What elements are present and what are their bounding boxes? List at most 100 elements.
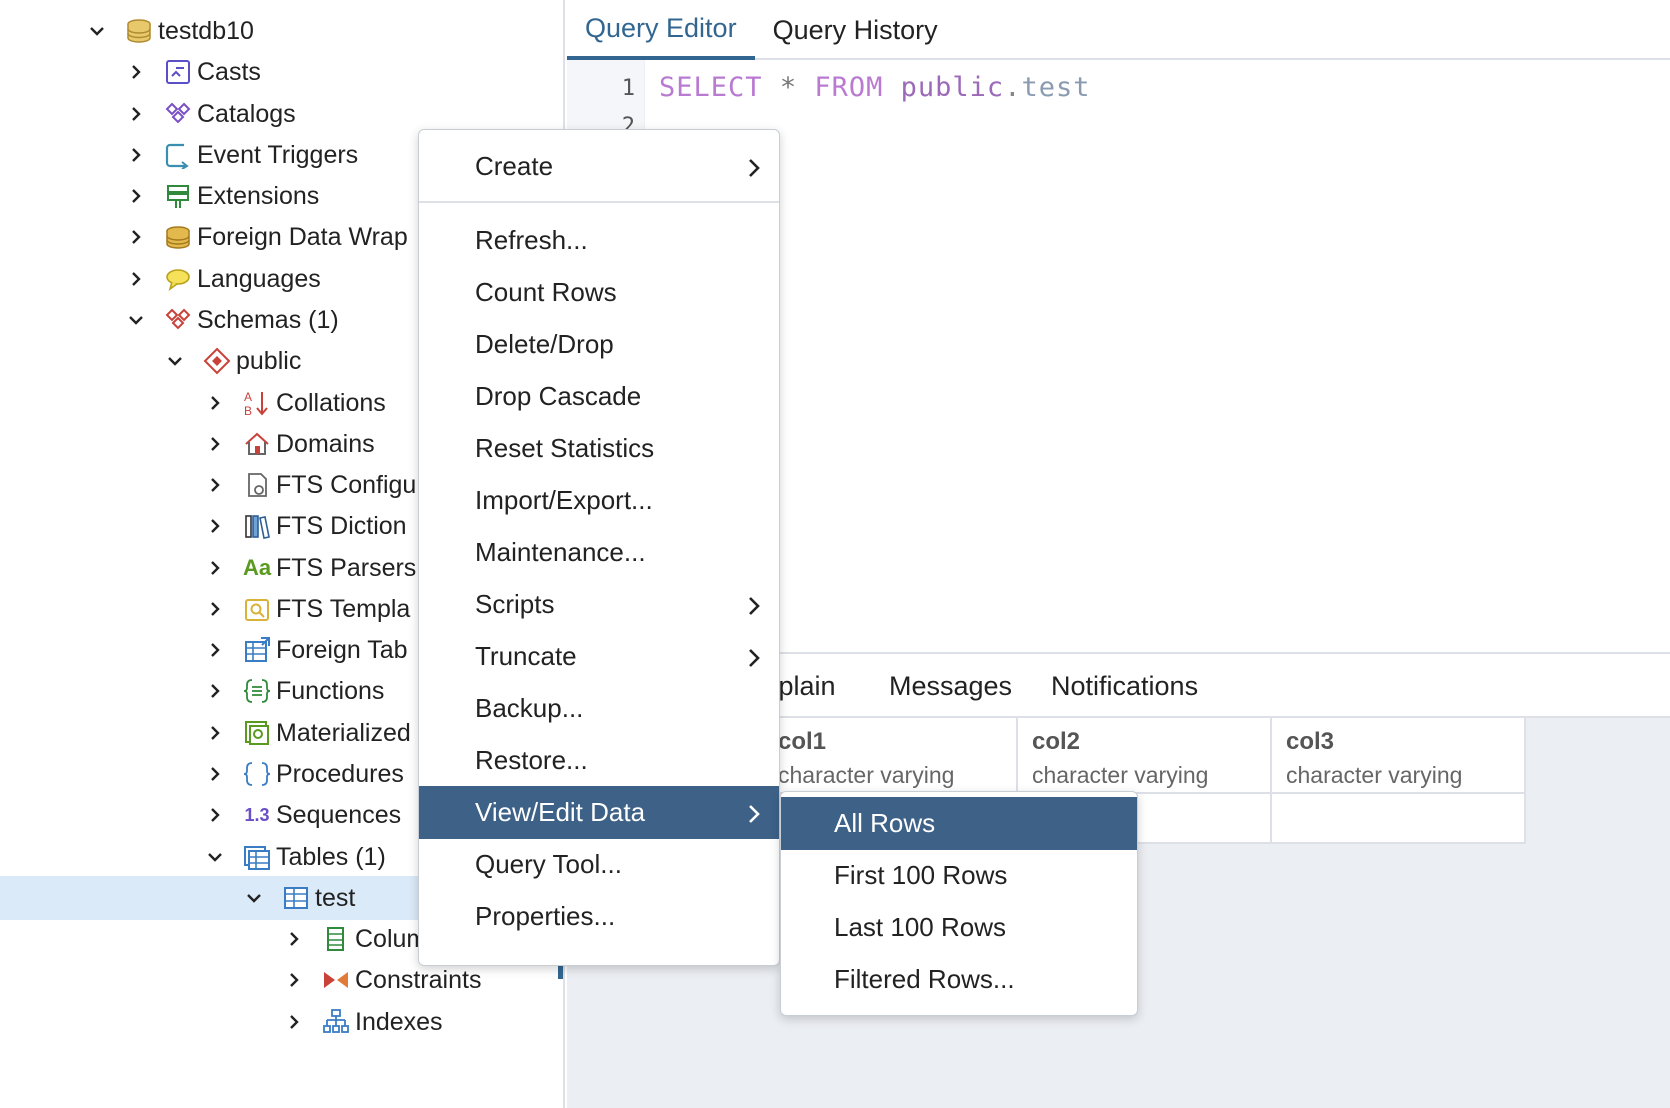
submenu-item-last-100-rows[interactable]: Last 100 Rows [781,901,1137,954]
tab-notifications[interactable]: Notifications [1051,654,1198,718]
chevron-right-icon[interactable] [204,639,226,661]
chevron-right-icon[interactable] [204,722,226,744]
tab-query-editor[interactable]: Query Editor [567,0,755,60]
chevron-right-icon[interactable] [204,474,226,496]
column-header-col3[interactable]: col3 character varying [1272,718,1526,794]
column-name: col2 [1032,728,1081,755]
tables-icon [242,842,272,872]
chevron-right-icon[interactable] [125,144,147,166]
chevron-right-icon[interactable] [204,598,226,620]
submenu-item-label: All Rows [834,808,936,838]
submenu-item-filtered-rows[interactable]: Filtered Rows... [781,953,1137,1006]
tree-node-label: Tables (1) [276,842,386,871]
menu-item-view-edit-data[interactable]: View/Edit Data [419,786,779,839]
chevron-right-icon [743,801,765,823]
functions-icon [242,676,272,706]
tree-node-label: Casts [197,57,261,86]
chevron-right-icon[interactable] [125,268,147,290]
menu-item-truncate[interactable]: Truncate [419,630,779,683]
chevron-right-icon[interactable] [283,1011,305,1033]
chevron-right-icon[interactable] [125,226,147,248]
chevron-right-icon[interactable] [125,103,147,125]
menu-item-label: Maintenance... [475,537,646,567]
tree-node-label: FTS Diction [276,511,407,540]
sql-table-name: test [1021,72,1091,103]
menu-item-import-export[interactable]: Import/Export... [419,474,779,527]
tree-node-indexes[interactable]: Indexes [0,1000,563,1044]
chevron-right-icon[interactable] [204,515,226,537]
chevron-right-icon[interactable] [283,969,305,991]
schemas-icon [163,305,193,335]
catalogs-icon [163,99,193,129]
column-header-col1[interactable]: col1 character varying [764,718,1018,794]
column-type: character varying [1032,762,1209,788]
tree-node-label: Sequences [276,800,402,829]
tree-node-testdb10[interactable]: testdb10 [0,9,563,53]
tree-node-label: FTS Parsers [276,553,417,582]
tree-node-label: testdb10 [158,16,254,45]
chevron-down-icon[interactable] [86,20,108,42]
menu-item-label: Reset Statistics [475,433,655,463]
chevron-right-icon[interactable] [283,928,305,950]
menu-item-restore[interactable]: Restore... [419,734,779,787]
tab-query-history[interactable]: Query History [755,0,956,60]
menu-item-count-rows[interactable]: Count Rows [419,266,779,319]
chevron-right-icon[interactable] [204,557,226,579]
tree-node-label: Event Triggers [197,140,359,169]
tree-node-label: Indexes [355,1007,443,1036]
menu-item-label: Create [475,151,554,181]
menu-item-label: Scripts [475,589,555,619]
grid-cell[interactable] [1272,794,1526,844]
menu-item-properties[interactable]: Properties... [419,890,779,943]
menu-item-query-tool[interactable]: Query Tool... [419,838,779,891]
chevron-right-icon [743,645,765,667]
menu-item-reset-statistics[interactable]: Reset Statistics [419,422,779,475]
materialized-views-icon [242,718,272,748]
collations-icon: AB [242,388,272,418]
chevron-right-icon[interactable] [204,433,226,455]
tree-node-label: Foreign Tab [276,635,408,664]
menu-item-label: Properties... [475,901,616,931]
sql-dot: . [1004,72,1022,103]
chevron-right-icon[interactable] [125,61,147,83]
column-header-col2[interactable]: col2 character varying [1018,718,1272,794]
editor-tab-bar: Query Editor Query History [567,0,1670,60]
menu-item-create[interactable]: Create [419,140,779,193]
chevron-down-icon[interactable] [125,309,147,331]
tree-node-casts[interactable]: Casts [0,50,563,94]
menu-item-drop-cascade[interactable]: Drop Cascade [419,370,779,423]
sql-keyword: SELECT [659,72,763,103]
sql-code-line[interactable]: SELECT * FROM public.test [659,72,1090,103]
fts-dictionary-icon [242,511,272,541]
chevron-right-icon[interactable] [204,680,226,702]
menu-item-label: Query Tool... [475,849,622,879]
chevron-down-icon[interactable] [243,887,265,909]
sql-operator: * [779,72,798,103]
chevron-right-icon[interactable] [204,763,226,785]
tree-node-label: Languages [197,264,321,293]
menu-item-maintenance[interactable]: Maintenance... [419,526,779,579]
table-icon [281,883,311,913]
tab-messages[interactable]: Messages [889,654,1012,718]
chevron-right-icon[interactable] [125,185,147,207]
tree-node-label: Schemas (1) [197,305,339,334]
view-edit-data-submenu: All Rows First 100 Rows Last 100 Rows Fi… [780,791,1138,1016]
extensions-icon [163,181,193,211]
indexes-icon [321,1007,351,1037]
menu-item-scripts[interactable]: Scripts [419,578,779,631]
menu-item-backup[interactable]: Backup... [419,682,779,735]
foreign-data-wrapper-icon [163,222,193,252]
chevron-right-icon[interactable] [204,804,226,826]
casts-icon [163,57,193,87]
menu-item-delete-drop[interactable]: Delete/Drop [419,318,779,371]
column-type: character varying [778,762,955,788]
tree-node-label: Foreign Data Wrap [197,222,408,251]
menu-item-label: Refresh... [475,225,588,255]
submenu-item-all-rows[interactable]: All Rows [781,797,1137,850]
domains-icon [242,429,272,459]
chevron-right-icon[interactable] [204,392,226,414]
menu-item-refresh[interactable]: Refresh... [419,214,779,267]
chevron-down-icon[interactable] [204,846,226,868]
submenu-item-first-100-rows[interactable]: First 100 Rows [781,849,1137,902]
chevron-down-icon[interactable] [164,350,186,372]
